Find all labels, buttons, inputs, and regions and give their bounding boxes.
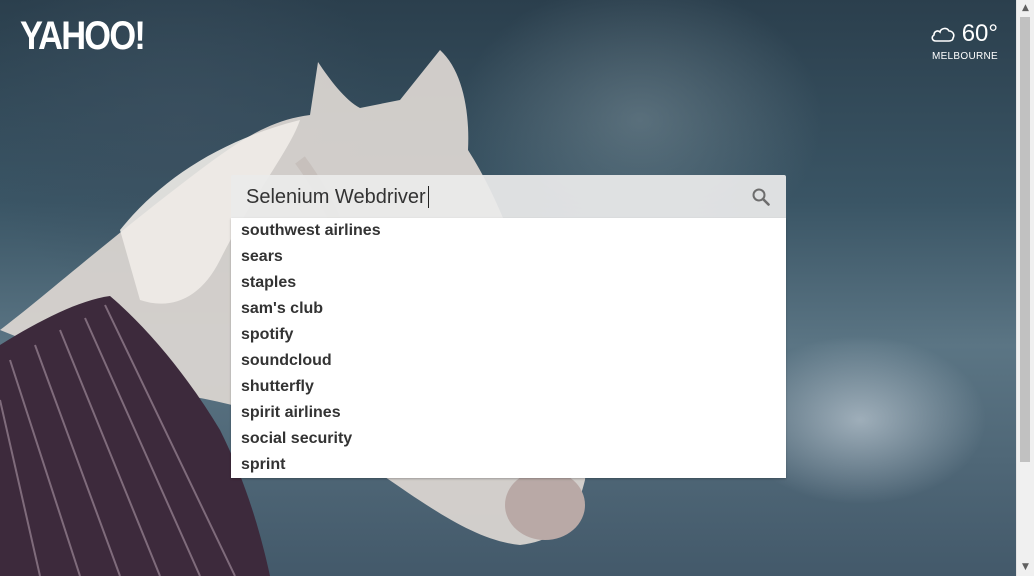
- weather-widget[interactable]: 60° MELBOURNE: [930, 20, 998, 62]
- scroll-up-arrow-icon[interactable]: ▲: [1017, 0, 1034, 17]
- search-suggestions: southwest airlines sears staples sam's c…: [231, 218, 786, 478]
- suggestion-item[interactable]: spirit airlines: [231, 400, 786, 426]
- cloud-icon: [931, 27, 955, 42]
- suggestion-item[interactable]: staples: [231, 270, 786, 296]
- yahoo-logo[interactable]: YAHOO!: [20, 14, 146, 59]
- suggestion-item[interactable]: shutterfly: [231, 374, 786, 400]
- suggestion-item[interactable]: sears: [231, 244, 786, 270]
- search-icon[interactable]: [751, 187, 771, 207]
- suggestion-item[interactable]: sam's club: [231, 296, 786, 322]
- page: YAHOO! 60° MELBOURNE southwest airlines …: [0, 0, 1034, 576]
- suggestion-item[interactable]: spotify: [231, 322, 786, 348]
- suggestion-item[interactable]: social security: [231, 426, 786, 452]
- weather-row: 60°: [930, 20, 998, 48]
- text-caret: [428, 186, 429, 208]
- suggestion-item[interactable]: soundcloud: [231, 348, 786, 374]
- vertical-scrollbar[interactable]: ▲ ▼: [1016, 0, 1034, 576]
- search-box[interactable]: [231, 175, 786, 218]
- scroll-thumb[interactable]: [1020, 17, 1030, 462]
- city-name: MELBOURNE: [931, 51, 998, 62]
- scroll-down-arrow-icon[interactable]: ▼: [1017, 559, 1034, 576]
- search-input[interactable]: [246, 183, 746, 211]
- suggestion-item[interactable]: sprint: [231, 452, 786, 478]
- temperature: 60°: [961, 20, 998, 47]
- suggestion-item[interactable]: southwest airlines: [231, 218, 786, 244]
